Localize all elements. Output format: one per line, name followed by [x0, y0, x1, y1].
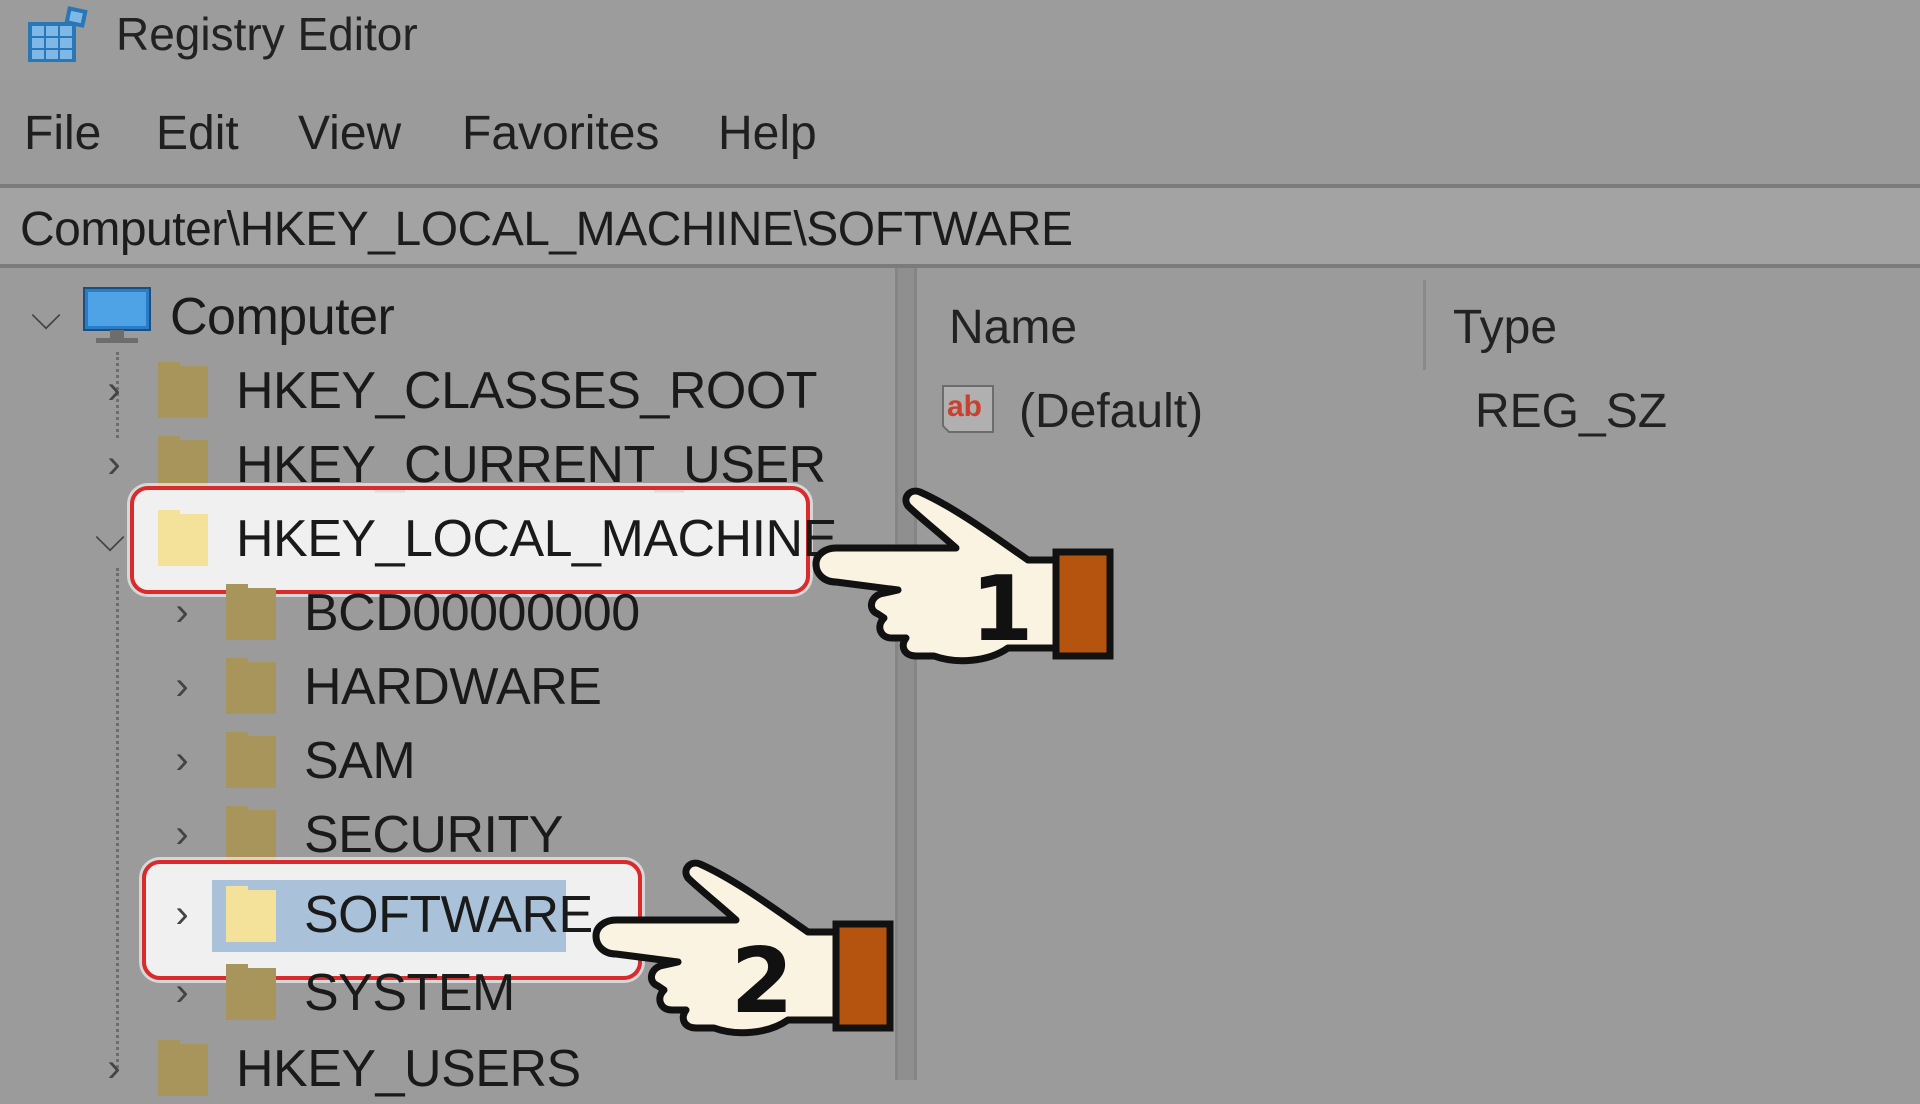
registry-editor-icon [28, 6, 88, 62]
folder-open-icon [158, 510, 208, 566]
window-title: Registry Editor [116, 8, 418, 60]
chevron-right-icon[interactable]: › [164, 968, 200, 1016]
address-bar[interactable]: Computer\HKEY_LOCAL_MACHINE\SOFTWARE [0, 184, 1920, 268]
tree-label-key: SECURITY [304, 806, 563, 864]
tree-node-sam[interactable]: › SAM [0, 726, 800, 796]
menu-view[interactable]: View [298, 106, 401, 162]
svg-text:ab: ab [947, 390, 982, 423]
annotation-number-2: 2 [731, 929, 794, 1034]
column-separator[interactable] [1423, 280, 1426, 370]
tree-label-computer: Computer [170, 288, 395, 346]
tree-node-bcd[interactable]: › BCD00000000 [0, 578, 800, 648]
menu-favorites[interactable]: Favorites [462, 106, 659, 162]
values-pane[interactable]: Name Type ab (Default) REG_SZ [917, 268, 1920, 1080]
tree-label-key: SAM [304, 732, 416, 790]
folder-icon [226, 658, 276, 714]
folder-icon [226, 732, 276, 788]
tree-label-hive: HKEY_LOCAL_MACHINE [236, 510, 837, 568]
tree-node-hkey-local-machine[interactable]: ⌵ HKEY_LOCAL_MACHINE [0, 504, 837, 574]
tree-label-key: SOFTWARE [304, 886, 593, 944]
pointing-hand-icon: 2 [592, 859, 894, 1037]
chevron-right-icon[interactable]: › [164, 890, 200, 938]
address-path[interactable]: Computer\HKEY_LOCAL_MACHINE\SOFTWARE [20, 202, 1073, 258]
tree-node-hkey-classes-root[interactable]: › HKEY_CLASSES_ROOT [0, 356, 818, 426]
pointing-hand-icon: 1 [812, 487, 1114, 665]
menu-help[interactable]: Help [718, 106, 817, 162]
value-type: REG_SZ [1475, 385, 1668, 438]
tree-node-computer[interactable]: ⌵ Computer [0, 282, 600, 352]
folder-icon [158, 362, 208, 418]
tree-node-hkey-users[interactable]: › HKEY_USERS [0, 1034, 800, 1104]
chevron-down-icon[interactable]: ⌵ [92, 514, 128, 562]
string-value-icon: ab [942, 385, 994, 433]
pane-splitter[interactable] [895, 268, 917, 1080]
column-header-name[interactable]: Name [949, 300, 1077, 356]
chevron-right-icon[interactable]: › [164, 588, 200, 636]
menu-edit[interactable]: Edit [156, 106, 239, 162]
value-name: (Default) [1019, 385, 1204, 438]
column-header-type[interactable]: Type [1453, 300, 1557, 356]
chevron-right-icon[interactable]: › [164, 736, 200, 784]
title-bar: Registry Editor [0, 0, 1920, 80]
folder-icon [226, 584, 276, 640]
annotation-number-1: 1 [971, 557, 1034, 662]
chevron-right-icon[interactable]: › [96, 1044, 132, 1092]
tree-label-key: BCD00000000 [304, 584, 640, 642]
tree-label-hive: HKEY_CLASSES_ROOT [236, 362, 818, 420]
tree-label-key: SYSTEM [304, 964, 515, 1022]
menu-file[interactable]: File [24, 106, 101, 162]
computer-icon [83, 287, 151, 343]
tree-label-hive: HKEY_USERS [236, 1040, 581, 1098]
tree-label-key: HARDWARE [304, 658, 602, 716]
chevron-right-icon[interactable]: › [96, 440, 132, 488]
menu-bar: File Edit View Favorites Help [0, 96, 1920, 176]
value-row[interactable]: ab (Default) REG_SZ [939, 380, 1839, 450]
folder-icon [158, 1040, 208, 1096]
folder-icon [158, 436, 208, 492]
tree-node-hardware[interactable]: › HARDWARE [0, 652, 800, 722]
chevron-down-icon[interactable]: ⌵ [28, 292, 64, 340]
chevron-right-icon[interactable]: › [164, 810, 200, 858]
folder-icon [226, 886, 276, 942]
folder-icon [226, 806, 276, 862]
chevron-right-icon[interactable]: › [96, 366, 132, 414]
chevron-right-icon[interactable]: › [164, 662, 200, 710]
folder-icon [226, 964, 276, 1020]
